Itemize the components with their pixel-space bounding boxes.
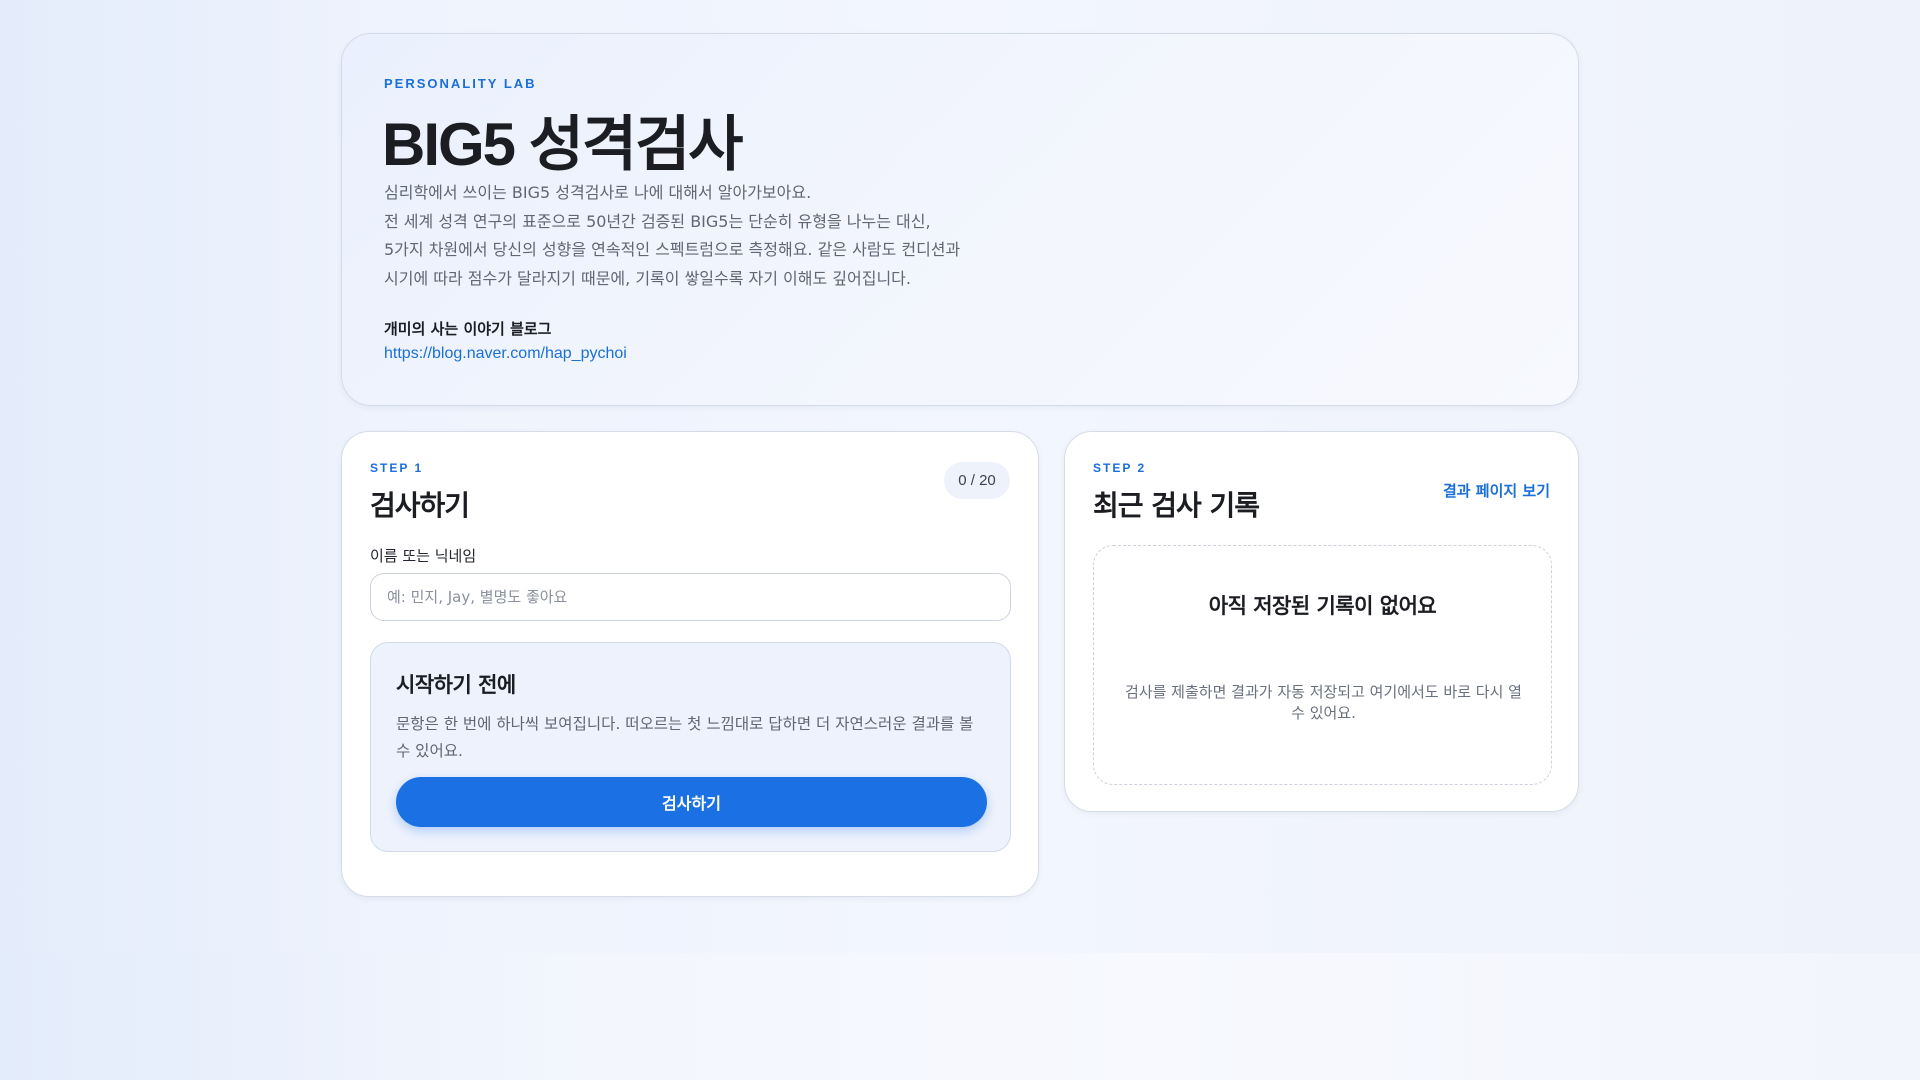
hero-description-line: 시기에 따라 점수가 달라지기 때문에, 기록이 쌓일수록 자기 이해도 깊어집… [384,268,911,288]
blog-link[interactable]: https://blog.naver.com/hap_pychoi [384,345,627,363]
hero-card: PERSONALITY LAB BIG5 성격검사 심리학에서 쓰이는 BIG5… [341,33,1579,406]
progress-counter-badge: 0 / 20 [944,462,1010,499]
view-results-link[interactable]: 결과 페이지 보기 [1443,480,1550,501]
page-title: BIG5 성격검사 [382,111,744,178]
test-card-title: 검사하기 [370,489,470,522]
hero-eyebrow: PERSONALITY LAB [384,76,537,91]
hero-description: 심리학에서 쓰이는 BIG5 성격검사로 나에 대해서 알아가보아요. 전 세계… [384,179,1284,293]
step2-eyebrow: STEP 2 [1093,461,1147,475]
blog-label: 개미의 사는 이야기 블로그 [384,320,552,338]
hero-description-line: 전 세계 성격 연구의 표준으로 50년간 검증된 BIG5는 단순히 유형을 … [384,211,931,231]
empty-history-panel: 아직 저장된 기록이 없어요 검사를 제출하면 결과가 자동 저장되고 여기에서… [1093,545,1552,785]
hero-description-line: 5가지 차원에서 당신의 성향을 연속적인 스펙트럼으로 측정해요. 같은 사람… [384,240,961,259]
step1-eyebrow: STEP 1 [370,461,424,475]
hero-description-line: 심리학에서 쓰이는 BIG5 성격검사로 나에 대해서 알아가보아요. [384,183,812,202]
empty-history-title: 아직 저장된 기록이 없어요 [1208,594,1437,618]
before-start-title: 시작하기 전에 [396,673,516,697]
history-card-title: 최근 검사 기록 [1093,489,1260,522]
empty-history-text: 검사를 제출하면 결과가 자동 저장되고 여기에서도 바로 다시 열 수 있어요… [1125,683,1522,722]
name-input[interactable] [370,573,1011,621]
name-field-label: 이름 또는 닉네임 [370,547,477,565]
start-test-button[interactable]: 검사하기 [396,777,987,827]
history-card: STEP 2 최근 검사 기록 결과 페이지 보기 아직 저장된 기록이 없어요… [1064,431,1579,812]
before-start-text: 문항은 한 번에 하나씩 보여집니다. 떠오르는 첫 느낌대로 답하면 더 자연… [396,715,974,760]
test-card: STEP 1 검사하기 0 / 20 이름 또는 닉네임 시작하기 전에 문항은… [341,431,1039,897]
before-start-panel: 시작하기 전에 문항은 한 번에 하나씩 보여집니다. 떠오르는 첫 느낌대로 … [370,642,1011,852]
